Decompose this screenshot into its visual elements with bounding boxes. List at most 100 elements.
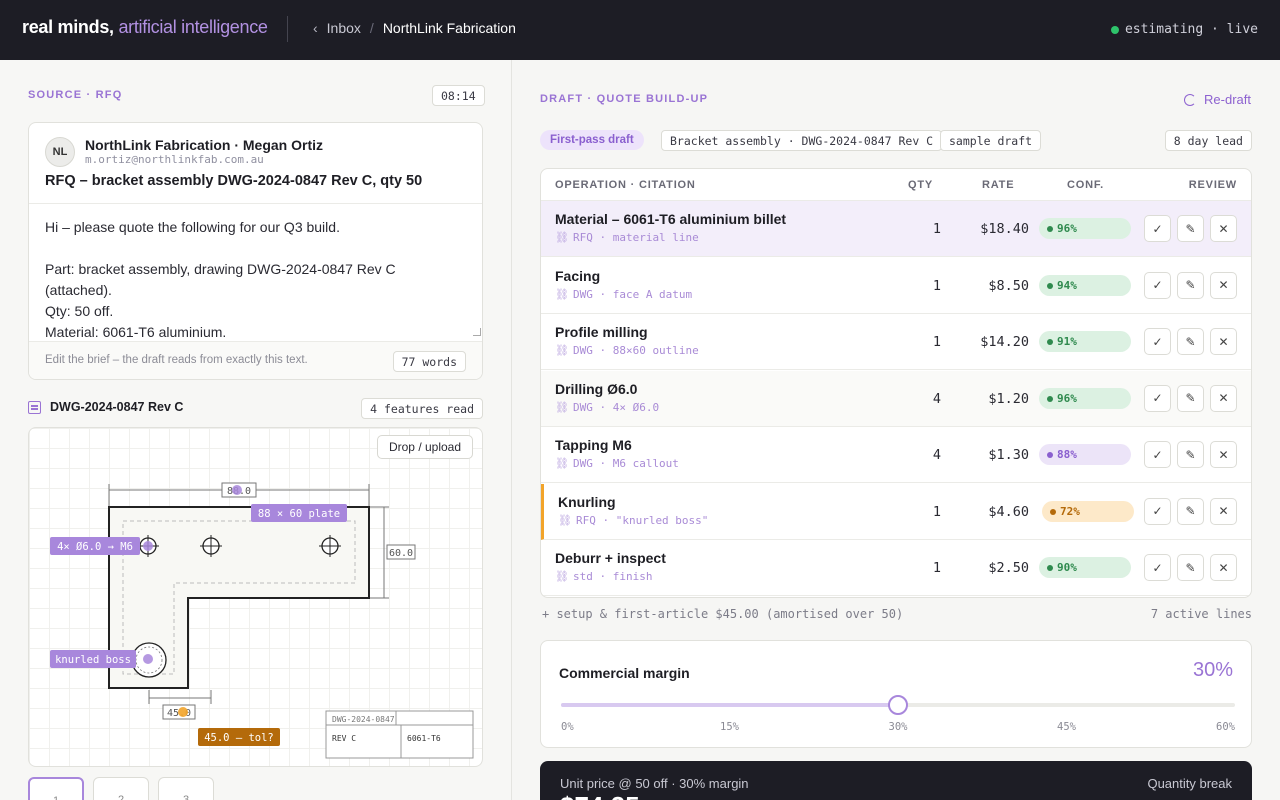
rfq-body-line: Hi – please quote the following for our … [45, 219, 340, 235]
status-dot-icon [1110, 25, 1119, 34]
word-count-badge: 77 words [392, 351, 466, 372]
margin-slider[interactable] [561, 695, 1235, 715]
qty-cell: 1 [932, 334, 941, 350]
draft-status-badge: First-pass draft [540, 130, 644, 150]
title-block-number: DWG-2024-0847 [332, 715, 395, 724]
col-qty: QTY [908, 179, 934, 191]
resize-handle[interactable] [473, 328, 481, 336]
approve-button[interactable]: ✓ [1144, 328, 1171, 355]
edit-button[interactable]: ✎ [1177, 384, 1204, 412]
reject-button[interactable]: ✕ [1210, 328, 1237, 355]
knurled-boss[interactable] [131, 642, 167, 678]
link-icon: ⛓ [555, 344, 569, 357]
upload-button[interactable]: Drop / upload [377, 435, 473, 459]
reject-button[interactable]: ✕ [1210, 384, 1237, 412]
citation[interactable]: ⛓ std · finish [555, 570, 652, 583]
table-row[interactable]: Facing ⛓ DWG · face A datum 1 $8.50 94% ✓ ✎ ✕ [541, 258, 1251, 314]
approve-button[interactable]: ✓ [1144, 271, 1171, 299]
reject-button[interactable]: ✕ [1210, 497, 1237, 525]
table-row[interactable]: Profile milling ⛓ DWG · 88×60 outline 1 $14.… [541, 314, 1251, 370]
citation[interactable]: ⛓ RFQ · "knurled boss" [558, 514, 708, 527]
brand-main: real minds, [22, 17, 114, 37]
drawing-canvas[interactable]: 88.0 60.0 [28, 427, 483, 767]
source-label: SOURCE · RFQ [28, 89, 123, 101]
table-row[interactable]: Tapping M6 ⛓ DWG · M6 callout 4 $1.30 88% ✓ ✎ ✕ [541, 427, 1251, 483]
approve-button[interactable]: ✓ [1144, 215, 1171, 242]
warning-dot-icon[interactable] [178, 707, 188, 717]
link-icon: ⛓ [558, 513, 572, 527]
citation-text: std · finish [572, 570, 653, 583]
edit-button[interactable]: ✎ [1177, 554, 1204, 581]
page-thumbnail[interactable]: 3 [158, 777, 214, 800]
review-actions: ✓ ✎ ✕ [1144, 384, 1237, 412]
table-row[interactable]: Deburr + inspect ⛓ std · finish 1 $2.50 90% ✓ ✎… [541, 540, 1251, 596]
confidence-badge: 96% [1039, 387, 1131, 409]
link-icon: ⛓ [555, 231, 569, 244]
rfq-body-line [45, 238, 465, 259]
slider-tick-label: 30% [888, 721, 908, 733]
marker-dot-icon[interactable] [232, 485, 242, 495]
holes-tag[interactable]: 4× Ø6.0 → M6 [57, 541, 133, 553]
edit-button[interactable]: ✎ [1177, 497, 1204, 525]
citation[interactable]: ⛓ DWG · face A datum [555, 288, 692, 301]
link-icon: ⛓ [555, 287, 569, 301]
rate-cell: $4.60 [988, 503, 1029, 520]
page-thumbnail[interactable]: 2 [93, 777, 149, 800]
approve-button[interactable]: ✓ [1144, 384, 1171, 412]
draft-panel: DRAFT · QUOTE BUILD-UP Re-draft First-pa… [512, 60, 1280, 800]
sample-chip: sample draft [940, 130, 1042, 151]
confidence-badge: 94% [1039, 274, 1131, 296]
citation[interactable]: ⛓ DWG · 4× Ø6.0 [555, 401, 659, 414]
features-read-badge: 4 features read [361, 398, 483, 419]
col-rate: RATE [982, 179, 1015, 191]
plate-tag[interactable]: 88 × 60 plate [258, 508, 340, 520]
edit-button[interactable]: ✎ [1177, 215, 1204, 242]
title-block: DWG-2024-0847 REV C 6061-T6 [325, 710, 474, 759]
redraft-button[interactable]: Re-draft [1184, 92, 1251, 107]
rfq-body-line: Material: 6061-T6 aluminium. [45, 324, 227, 339]
chevron-left-icon[interactable]: ‹ [313, 20, 318, 36]
citation[interactable]: ⛓ RFQ · material line [555, 231, 699, 244]
reject-button[interactable]: ✕ [1210, 554, 1237, 581]
breadcrumb: ‹ Inbox / NorthLink Fabrication [313, 20, 516, 36]
draft-tags: First-pass draft Bracket assembly · DWG-… [540, 130, 1252, 152]
rfq-body-textarea[interactable]: Hi – please quote the following for our … [45, 217, 465, 339]
qty-cell: 1 [932, 503, 941, 520]
edit-button[interactable]: ✎ [1177, 441, 1204, 468]
review-actions: ✓ ✎ ✕ [1144, 328, 1237, 355]
unit-price-value: $74.25 [560, 791, 640, 800]
reject-button[interactable]: ✕ [1210, 271, 1237, 299]
table-row[interactable]: Knurling ⛓ RFQ · "knurled boss" 1 $4.60 72% ✓ ✎… [541, 483, 1251, 540]
confidence-badge: 91% [1039, 331, 1131, 352]
breadcrumb-separator: / [369, 20, 374, 36]
citation-text: RFQ · material line [572, 231, 699, 244]
slider-ticks: 0% 15% 30% 45% 60% [561, 721, 1235, 735]
approve-button[interactable]: ✓ [1144, 441, 1171, 468]
edit-button[interactable]: ✎ [1177, 328, 1204, 355]
confidence-badge: 72% [1042, 500, 1134, 522]
breadcrumb-inbox[interactable]: Inbox [327, 20, 361, 36]
approve-button[interactable]: ✓ [1144, 497, 1171, 525]
rfq-body-line: Part: bracket assembly, drawing DWG-2024… [45, 261, 396, 298]
brand-accent: artificial intelligence [118, 17, 268, 37]
rate-cell: $18.40 [980, 221, 1029, 237]
boss-tag[interactable]: knurled boss [55, 654, 131, 666]
table-row[interactable]: Drilling Ø6.0 ⛓ DWG · 4× Ø6.0 4 $1.20 96% ✓ ✎ ✕ [541, 370, 1251, 427]
reject-button[interactable]: ✕ [1210, 441, 1237, 468]
tol-tag[interactable]: 45.0 — tol? [204, 732, 274, 744]
brand-logo[interactable]: real minds, artificial intelligence [22, 17, 268, 38]
slider-thumb[interactable] [888, 695, 908, 715]
part-chip: Bracket assembly · DWG-2024-0847 Rev C [661, 130, 943, 151]
citation[interactable]: ⛓ DWG · M6 callout [555, 457, 679, 470]
operation-name: Tapping M6 [555, 437, 632, 453]
table-row[interactable]: Material – 6061-T6 aluminium billet ⛓ RFQ … [541, 201, 1251, 257]
operation-name: Deburr + inspect [555, 550, 666, 566]
quantity-break-label[interactable]: Quantity break [1147, 776, 1232, 791]
reject-button[interactable]: ✕ [1210, 215, 1237, 242]
approve-button[interactable]: ✓ [1144, 554, 1171, 581]
margin-value: 30% [1192, 659, 1233, 681]
edit-button[interactable]: ✎ [1177, 271, 1204, 299]
citation[interactable]: ⛓ DWG · 88×60 outline [555, 344, 699, 357]
page-thumbnail[interactable]: 1 [28, 777, 84, 800]
slider-tick-label: 0% [561, 721, 574, 733]
